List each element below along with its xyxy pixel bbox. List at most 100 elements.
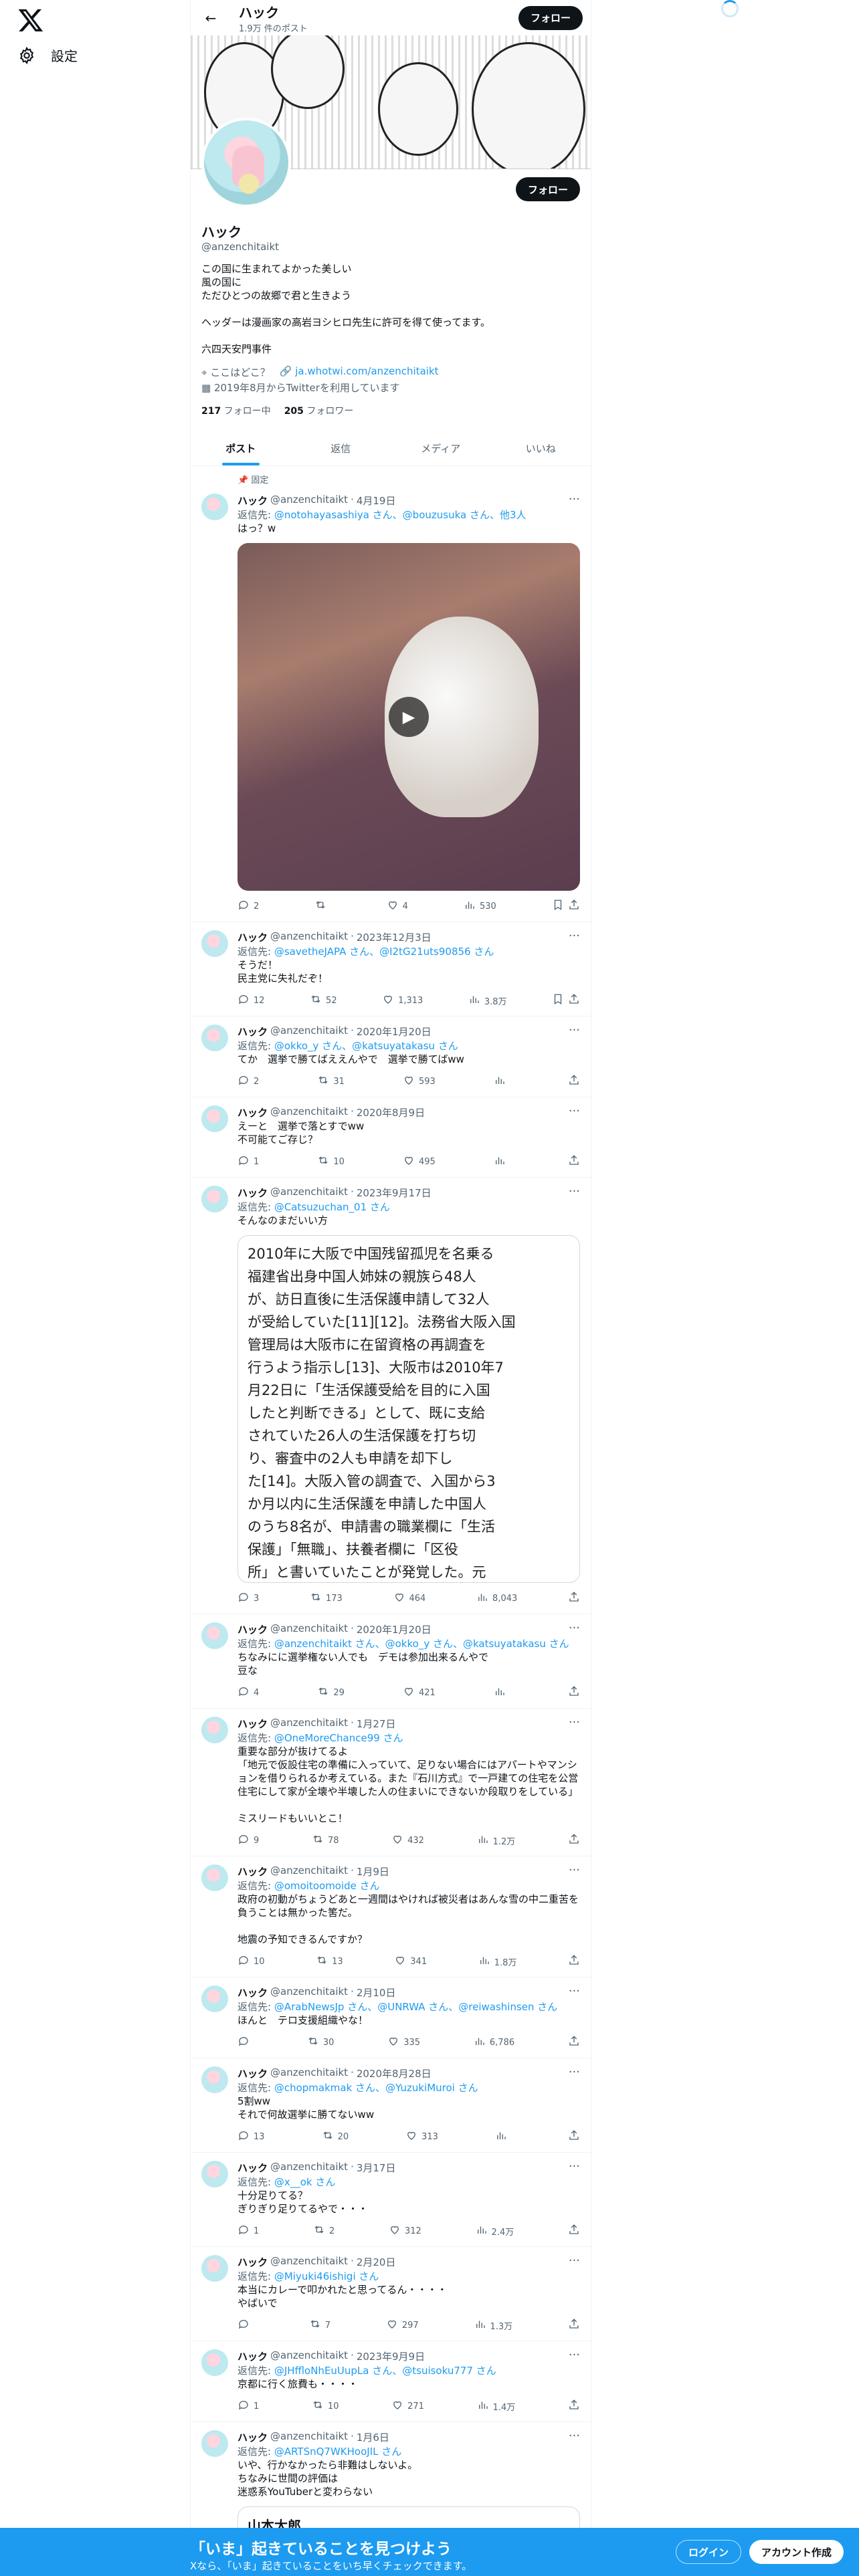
- share-icon[interactable]: [568, 1154, 580, 1169]
- share-icon[interactable]: [568, 1074, 580, 1089]
- like-button[interactable]: 297: [386, 2318, 419, 2333]
- share-icon[interactable]: [568, 1591, 580, 1606]
- tweet-author-handle[interactable]: @anzenchitaikt: [270, 1186, 348, 1200]
- views-button[interactable]: [494, 1154, 510, 1169]
- tweet-author-name[interactable]: ハック: [237, 1186, 268, 1200]
- like-button[interactable]: 312: [389, 2224, 421, 2238]
- tweet-date[interactable]: 2023年9月9日: [357, 2349, 425, 2363]
- retweet-button[interactable]: 7: [309, 2318, 330, 2333]
- reply-button[interactable]: 2: [237, 1074, 259, 1089]
- avatar[interactable]: [201, 2161, 228, 2187]
- tweet-author-name[interactable]: ハック: [237, 2255, 268, 2269]
- share-icon[interactable]: [568, 2399, 580, 2413]
- tweet-author-handle[interactable]: @anzenchitaikt: [270, 1717, 348, 1731]
- tab-posts[interactable]: ポスト: [191, 431, 291, 465]
- avatar[interactable]: [201, 1105, 228, 1132]
- tweet[interactable]: ··· ハック @anzenchitaikt · 2020年8月9日 えーと 選挙で落とす…: [191, 1097, 591, 1178]
- tweet[interactable]: ··· ハック @anzenchitaikt · 1月27日 返信先: @OneMoreC…: [191, 1709, 591, 1856]
- tweet[interactable]: ··· ハック @anzenchitaikt · 2023年9月9日 返信先: @JHff…: [191, 2341, 591, 2422]
- tweet-date[interactable]: 1月6日: [357, 2430, 389, 2444]
- share-icon[interactable]: [568, 2129, 580, 2144]
- like-button[interactable]: 495: [403, 1154, 436, 1169]
- more-icon[interactable]: ···: [569, 1715, 580, 1729]
- video-media[interactable]: ▶: [237, 543, 580, 891]
- retweet-button[interactable]: 78: [312, 1833, 339, 1848]
- share-icon[interactable]: [568, 2224, 580, 2238]
- tweet-date[interactable]: 2020年1月20日: [357, 1622, 432, 1636]
- play-icon[interactable]: ▶: [389, 697, 429, 737]
- tab-media[interactable]: メディア: [391, 431, 491, 465]
- reply-to-users[interactable]: @anzenchitaikt さん、@okko_y さん、@katsuyatak…: [274, 1638, 569, 1650]
- like-button[interactable]: 593: [403, 1074, 436, 1089]
- reply-to-users[interactable]: @okko_y さん、@katsuyatakasu さん: [274, 1040, 458, 1052]
- like-button[interactable]: 1,313: [382, 993, 423, 1008]
- followers-link[interactable]: 205 フォロワー: [284, 404, 354, 417]
- avatar[interactable]: [201, 494, 228, 520]
- bookmark-icon[interactable]: [552, 899, 564, 914]
- tweet-author-name[interactable]: ハック: [237, 2161, 268, 2175]
- tweet-author-handle[interactable]: @anzenchitaikt: [270, 2255, 348, 2269]
- retweet-button[interactable]: 52: [310, 993, 337, 1008]
- reply-button[interactable]: 13: [237, 2129, 265, 2144]
- reply-button[interactable]: 12: [237, 993, 265, 1008]
- tweet-author-name[interactable]: ハック: [237, 2430, 268, 2444]
- reply-button[interactable]: 1: [237, 2399, 259, 2413]
- tweet[interactable]: ··· ハック @anzenchitaikt · 2月20日 返信先: @Miyuki46…: [191, 2247, 591, 2341]
- more-icon[interactable]: ···: [569, 1184, 580, 1198]
- share-icon[interactable]: [568, 993, 580, 1008]
- following-link[interactable]: 217 フォロー中: [201, 404, 271, 417]
- reply-button[interactable]: [237, 2035, 254, 2050]
- retweet-button[interactable]: 20: [322, 2129, 349, 2144]
- tweet-author-name[interactable]: ハック: [237, 1864, 268, 1879]
- avatar[interactable]: [201, 2430, 228, 2457]
- views-button[interactable]: 1.4万: [477, 2399, 515, 2413]
- tweet[interactable]: ··· ハック @anzenchitaikt · 1月9日 返信先: @omoitoomo…: [191, 1856, 591, 1977]
- tab-likes[interactable]: いいね: [491, 431, 591, 465]
- tweet-author-handle[interactable]: @anzenchitaikt: [270, 1864, 348, 1879]
- more-icon[interactable]: ···: [569, 1984, 580, 1998]
- x-logo-icon[interactable]: [17, 7, 44, 33]
- reply-to-users[interactable]: @ARTSnQ7WKHooJIL さん: [274, 2446, 401, 2458]
- quoted-image[interactable]: 2010年に大阪で中国残留孤児を名乗る 福建省出身中国人姉妹の親族ら48人 が、訪日…: [237, 1235, 580, 1583]
- more-icon[interactable]: ···: [569, 2429, 580, 2443]
- tweet-author-handle[interactable]: @anzenchitaikt: [270, 1985, 348, 2000]
- tweet-date[interactable]: 2020年1月20日: [357, 1025, 432, 1039]
- views-button[interactable]: 2.4万: [476, 2224, 514, 2238]
- avatar[interactable]: [201, 1622, 228, 1649]
- back-arrow-icon[interactable]: ←: [199, 6, 223, 30]
- reply-to-users[interactable]: @Catsuzuchan_01 さん: [274, 1201, 390, 1213]
- reply-button[interactable]: 10: [237, 1954, 265, 1969]
- signup-button[interactable]: アカウント作成: [749, 2540, 844, 2564]
- reply-button[interactable]: 2: [237, 899, 259, 914]
- avatar[interactable]: [201, 2349, 228, 2376]
- reply-button[interactable]: [237, 2318, 254, 2333]
- reply-to-users[interactable]: @Miyuki46ishigi さん: [274, 2270, 379, 2282]
- retweet-button[interactable]: 30: [307, 2035, 334, 2050]
- reply-to-users[interactable]: @x__ok さん: [274, 2176, 336, 2188]
- more-icon[interactable]: ···: [569, 1863, 580, 1877]
- tweet-date[interactable]: 2023年12月3日: [357, 930, 432, 944]
- tweet-author-name[interactable]: ハック: [237, 930, 268, 944]
- share-icon[interactable]: [568, 2318, 580, 2333]
- retweet-button[interactable]: 173: [310, 1591, 343, 1606]
- tweet[interactable]: ··· ハック @anzenchitaikt · 2020年1月20日 返信先: @okk…: [191, 1016, 591, 1097]
- like-button[interactable]: 432: [391, 1833, 424, 1848]
- tweet-date[interactable]: 4月19日: [357, 494, 396, 508]
- views-button[interactable]: 6,786: [474, 2035, 514, 2050]
- tweet-date[interactable]: 2020年8月28日: [357, 2066, 432, 2080]
- like-button[interactable]: 313: [405, 2129, 438, 2144]
- tweet[interactable]: ··· ハック @anzenchitaikt · 2023年9月17日 返信先: @Cat…: [191, 1178, 591, 1614]
- share-icon[interactable]: [568, 1833, 580, 1848]
- reply-button[interactable]: 3: [237, 1591, 259, 1606]
- like-button[interactable]: 421: [403, 1685, 436, 1700]
- follow-button[interactable]: フォロー: [515, 177, 580, 201]
- avatar[interactable]: [201, 2255, 228, 2282]
- reply-to-users[interactable]: @JHffloNhEuUupLa さん、@tsuisoku777 さん: [274, 2365, 496, 2377]
- like-button[interactable]: 4: [387, 899, 408, 914]
- retweet-button[interactable]: 31: [317, 1074, 345, 1089]
- tweet-author-handle[interactable]: @anzenchitaikt: [270, 2349, 348, 2363]
- tweet-author-name[interactable]: ハック: [237, 1622, 268, 1636]
- tweet[interactable]: ··· ハック @anzenchitaikt · 2020年1月20日 返信先: @anz…: [191, 1614, 591, 1709]
- more-icon[interactable]: ···: [569, 2065, 580, 2079]
- reply-to-users[interactable]: @chopmakmak さん、@YuzukiMuroi さん: [274, 2082, 478, 2094]
